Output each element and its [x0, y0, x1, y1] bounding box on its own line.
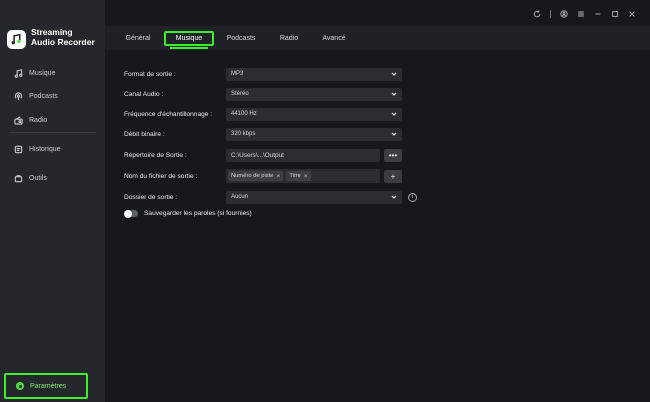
lyrics-toggle[interactable]: [124, 209, 138, 218]
history-icon: [14, 145, 23, 153]
output-folder-label: Dossier de sortie :: [124, 193, 178, 201]
bitrate-row: Débit binaire : 320 kbps: [124, 127, 402, 141]
bitrate-label: Débit binaire :: [124, 130, 165, 138]
browse-button[interactable]: •••: [384, 148, 402, 162]
app-title-line2: Audio Recorder: [31, 37, 95, 47]
maximize-icon[interactable]: [611, 10, 619, 18]
close-icon[interactable]: ×: [277, 173, 281, 180]
tab-musique[interactable]: Musique: [164, 31, 214, 49]
tab-avance[interactable]: Avancé: [318, 31, 350, 46]
filename-row: Nom du fichier de sortie : Numéro de pis…: [124, 169, 402, 183]
menu-icon[interactable]: [577, 10, 585, 18]
tag-label: Numéro de piste: [231, 173, 274, 179]
close-icon[interactable]: [628, 10, 636, 18]
output-folder-select[interactable]: Aucun: [226, 190, 402, 204]
app-brand: Streaming Audio Recorder: [7, 27, 101, 49]
tab-podcasts[interactable]: Podcasts: [224, 31, 258, 46]
add-tag-button[interactable]: +: [384, 169, 402, 183]
format-value: MP3: [231, 71, 244, 77]
app-title-line1: Streaming: [31, 27, 73, 37]
sidebar-item-label: Outils: [29, 174, 47, 182]
filename-tag[interactable]: Numéro de piste ×: [228, 171, 284, 181]
sidebar-item-label: Musique: [29, 69, 56, 77]
titlebar-separator: [550, 10, 551, 18]
channel-select[interactable]: Stéréo: [226, 87, 402, 101]
app-logo-icon: [7, 30, 26, 49]
sidebar-item-label: Radio: [29, 116, 48, 124]
output-dir-row: Répertoire de Sortie : C:\Users\...\Outp…: [124, 148, 402, 162]
sample-rate-value: 44100 Hz: [231, 111, 257, 117]
output-folder-row: Dossier de sortie : Aucun i: [124, 190, 417, 204]
bitrate-select[interactable]: 320 kbps: [226, 127, 402, 141]
app-title: Streaming Audio Recorder: [31, 27, 101, 47]
sample-rate-select[interactable]: 44100 Hz: [226, 107, 402, 121]
tab-general[interactable]: Général: [123, 31, 153, 46]
minimize-icon[interactable]: [594, 10, 602, 18]
sidebar-item-outils[interactable]: Outils: [0, 171, 47, 185]
settings-button[interactable]: Paramètres: [4, 373, 88, 399]
sidebar-item-radio[interactable]: Radio: [0, 113, 47, 127]
account-icon[interactable]: [560, 10, 568, 18]
sidebar-item-musique[interactable]: Musique: [0, 66, 55, 80]
sidebar-item-label: Podcasts: [29, 92, 58, 100]
music-note-icon: [14, 68, 23, 78]
chevron-down-icon: [391, 111, 397, 117]
channel-row: Canal Audio : Stéréo: [124, 87, 402, 101]
close-icon[interactable]: ×: [304, 173, 308, 180]
chevron-down-icon: [391, 71, 397, 77]
sample-rate-row: Fréquence d'échantillonnage : 44100 Hz: [124, 107, 402, 121]
lyrics-label: Sauvegarder les paroles (si fournies): [144, 210, 252, 217]
sample-rate-label: Fréquence d'échantillonnage :: [124, 110, 213, 118]
output-dir-label: Répertoire de Sortie :: [124, 151, 187, 159]
sidebar-item-historique[interactable]: Historique: [0, 142, 61, 156]
radio-icon: [14, 115, 23, 125]
format-row: Format de sortie : MP3: [124, 67, 402, 81]
window-controls: [533, 10, 636, 18]
filename-label: Nom du fichier de sortie :: [124, 172, 198, 180]
gear-icon: [16, 382, 24, 390]
tag-label: Titre: [289, 173, 301, 179]
podcast-icon: [14, 91, 23, 100]
output-folder-value: Aucun: [231, 194, 249, 200]
bitrate-value: 320 kbps: [231, 131, 256, 137]
sidebar: Streaming Audio Recorder Musique Podcast…: [0, 0, 105, 402]
chevron-down-icon: [391, 131, 397, 137]
channel-value: Stéréo: [231, 91, 249, 97]
sidebar-item-podcasts[interactable]: Podcasts: [0, 89, 58, 103]
format-select[interactable]: MP3: [226, 67, 402, 81]
info-icon[interactable]: i: [408, 192, 417, 202]
filename-tag[interactable]: Titre ×: [286, 171, 311, 181]
format-label: Format de sortie :: [124, 70, 176, 78]
tab-radio[interactable]: Radio: [276, 31, 302, 46]
toolbox-icon: [14, 174, 23, 182]
lyrics-row: Sauvegarder les paroles (si fournies): [124, 209, 252, 218]
sidebar-divider: [9, 132, 96, 133]
filename-tags-field[interactable]: Numéro de piste × Titre ×: [226, 169, 380, 183]
chevron-down-icon: [391, 91, 397, 97]
settings-tabs: Général Musique Podcasts Radio Avancé: [105, 26, 650, 50]
output-dir-field[interactable]: C:\Users\...\Output: [226, 148, 380, 162]
settings-label: Paramètres: [30, 382, 67, 390]
chevron-down-icon: [391, 194, 397, 200]
channel-label: Canal Audio :: [124, 90, 164, 98]
refresh-icon[interactable]: [533, 10, 541, 18]
sidebar-item-label: Historique: [29, 145, 61, 153]
